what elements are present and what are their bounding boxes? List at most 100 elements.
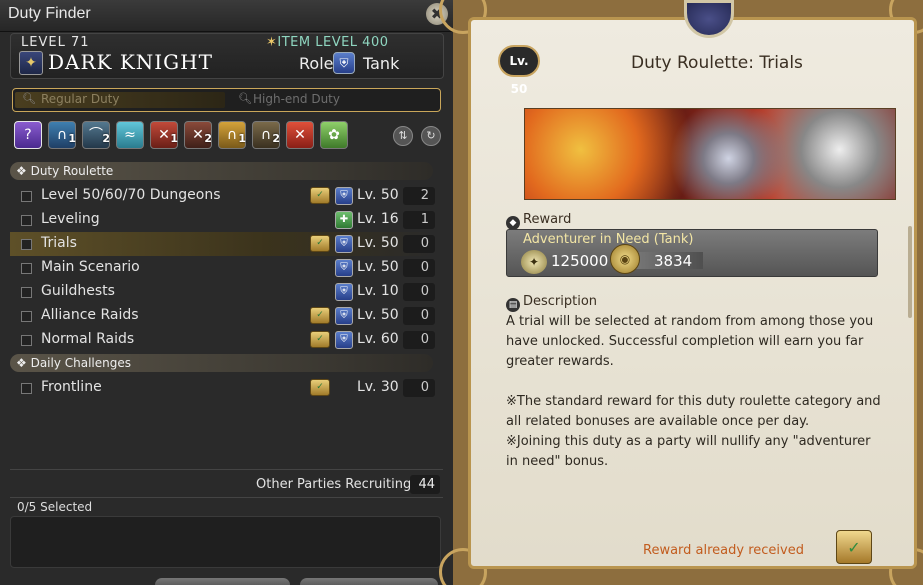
party-count: 0 bbox=[403, 379, 435, 397]
tank-role-icon: ⛨ bbox=[335, 331, 353, 349]
reward-box: Adventurer in Need (Tank) ✦ 125000 ◉ 383… bbox=[506, 229, 878, 277]
duty-description: A trial will be selected at random from … bbox=[506, 314, 881, 469]
duty-level: Lv. 50 bbox=[357, 259, 399, 275]
duty-name: Alliance Raids bbox=[41, 307, 139, 323]
gold-saucer-filter-icon[interactable]: ✿ bbox=[320, 121, 348, 149]
category-duty-roulette: ❖ Duty Roulette bbox=[10, 162, 433, 180]
pvp2-filter-icon[interactable]: ✕ bbox=[286, 121, 314, 149]
reward-received-label: Reward already received bbox=[643, 543, 804, 558]
duty-type-tabs: 🔍︎ Regular Duty 🔍︎ High-end Duty bbox=[12, 88, 441, 112]
party-count: 0 bbox=[403, 235, 435, 253]
duty-row[interactable]: Frontline ✓ Lv. 30 0 bbox=[10, 376, 435, 400]
duty-row[interactable]: Main Scenario ⛨ Lv. 50 0 bbox=[10, 256, 435, 280]
character-info: LEVEL 71 ✶ITEM LEVEL 400 ✦ DARK KNIGHT R… bbox=[10, 33, 444, 79]
duty-row[interactable]: Guildhests ⛨ Lv. 10 0 bbox=[10, 280, 435, 304]
duty-row[interactable]: Normal Raids ✓ ⛨ Lv. 60 0 bbox=[10, 328, 435, 352]
tank-role-icon: ⛨ bbox=[335, 283, 353, 301]
item-level-icon: ✶ bbox=[266, 35, 278, 50]
category-daily-challenges: ❖ Daily Challenges bbox=[10, 354, 433, 372]
seal-value: 125000 bbox=[551, 252, 609, 270]
search-icon: 🔍︎ bbox=[238, 92, 252, 105]
tank-role-icon: ⛨ bbox=[335, 259, 353, 277]
duty-level: Lv. 50 bbox=[357, 187, 399, 203]
join-button[interactable] bbox=[155, 578, 290, 585]
clear-selection-button[interactable] bbox=[300, 578, 438, 585]
reward-chest-icon: ✓ bbox=[310, 307, 330, 324]
item-level-label: ITEM LEVEL 400 bbox=[277, 35, 389, 50]
duty-title: Duty Roulette: Trials bbox=[631, 53, 803, 73]
reward-chest-icon: ✓ bbox=[836, 530, 872, 564]
checkbox[interactable] bbox=[21, 287, 32, 298]
detail-parchment: Lv. 50 Duty Roulette: Trials ◆ Reward Adv… bbox=[468, 0, 917, 569]
gil-value: 3834 bbox=[654, 252, 693, 270]
duty-level: Lv. 30 bbox=[357, 379, 399, 395]
description-header: ▤ Description bbox=[506, 294, 597, 312]
duty-row[interactable]: Alliance Raids ✓ ⛨ Lv. 50 0 bbox=[10, 304, 435, 328]
trial-filter-icon[interactable]: ≈ bbox=[116, 121, 144, 149]
duty-detail-panel: Lv. 50 Duty Roulette: Trials ◆ Reward Adv… bbox=[439, 0, 923, 585]
reward-icon: ◆ bbox=[506, 216, 520, 230]
reward-header: ◆ Reward bbox=[506, 212, 571, 230]
item-level: ✶ITEM LEVEL 400 bbox=[266, 35, 389, 50]
tab-high-end-duty[interactable]: 🔍︎ High-end Duty bbox=[231, 92, 340, 108]
reward-chest-icon: ✓ bbox=[310, 379, 330, 396]
scrollbar[interactable] bbox=[908, 226, 912, 318]
duty-row-selected[interactable]: Trials ✓ ⛨ Lv. 50 0 bbox=[10, 232, 435, 256]
pvp-filter-icon[interactable]: ∩ 2 bbox=[252, 121, 280, 149]
role-name: Tank bbox=[363, 54, 400, 73]
tab-regular-duty[interactable]: 🔍︎ Regular Duty bbox=[15, 92, 225, 108]
duty-level: Lv. 60 bbox=[357, 331, 399, 347]
divider bbox=[10, 469, 443, 470]
tab-label: High-end Duty bbox=[253, 92, 340, 106]
window-titlebar[interactable]: Duty Finder ✖ bbox=[0, 0, 453, 32]
sort-icon[interactable]: ⇅ bbox=[393, 126, 413, 146]
duty-name: Level 50/60/70 Dungeons bbox=[41, 187, 221, 203]
raid-filter-icon[interactable]: ✕ 1 bbox=[150, 121, 178, 149]
guildhest-filter-icon[interactable]: ⌒ 2 bbox=[82, 121, 110, 149]
duty-row[interactable]: Level 50/60/70 Dungeons ✓ ⛨ Lv. 50 2 bbox=[10, 184, 435, 208]
quest-filter-icon[interactable]: ∩ 1 bbox=[218, 121, 246, 149]
checkbox[interactable] bbox=[21, 215, 32, 226]
raid2-filter-icon[interactable]: ✕ 2 bbox=[184, 121, 212, 149]
party-count: 0 bbox=[403, 331, 435, 349]
checkbox[interactable] bbox=[21, 311, 32, 322]
selected-count: 0/5 Selected bbox=[17, 500, 93, 514]
reward-chest-icon: ✓ bbox=[310, 331, 330, 348]
checkbox[interactable] bbox=[21, 335, 32, 346]
checkbox[interactable] bbox=[21, 191, 32, 202]
checkbox[interactable] bbox=[21, 239, 32, 250]
party-count: 0 bbox=[403, 259, 435, 277]
roulette-filter-icon[interactable]: ? bbox=[14, 121, 42, 149]
duty-level: Lv. 10 bbox=[357, 283, 399, 299]
tank-role-icon: ⛨ bbox=[335, 235, 353, 253]
party-count: 0 bbox=[403, 307, 435, 325]
duty-name: Main Scenario bbox=[41, 259, 140, 275]
duty-name: Guildhests bbox=[41, 283, 115, 299]
checkbox[interactable] bbox=[21, 263, 32, 274]
other-parties-count: 44 bbox=[410, 475, 440, 494]
duty-finder-app: Duty Finder ✖ LEVEL 71 ✶ITEM LEVEL 400 ✦… bbox=[0, 0, 923, 585]
duty-name: Trials bbox=[41, 235, 77, 251]
level-badge: Lv. 50 bbox=[498, 45, 540, 96]
book-icon: ▤ bbox=[506, 298, 520, 312]
duty-name: Normal Raids bbox=[41, 331, 135, 347]
duty-name: Frontline bbox=[41, 379, 102, 395]
duty-name: Leveling bbox=[41, 211, 100, 227]
refresh-icon[interactable]: ↻ bbox=[421, 126, 441, 146]
duty-banner-image bbox=[524, 108, 896, 200]
other-parties-label: Other Parties Recruiting bbox=[256, 477, 412, 492]
dungeon-filter-icon[interactable]: ∩ 1 bbox=[48, 121, 76, 149]
duty-row[interactable]: Leveling ✚ Lv. 16 1 bbox=[10, 208, 435, 232]
reward-chest-icon: ✓ bbox=[310, 187, 330, 204]
job-name: DARK KNIGHT bbox=[48, 50, 213, 74]
tank-role-icon: ⛨ bbox=[335, 307, 353, 325]
seal-currency-icon: ✦ bbox=[521, 250, 547, 274]
selected-duties-box bbox=[10, 516, 441, 568]
checkbox[interactable] bbox=[21, 383, 32, 394]
duty-level: Lv. 50 bbox=[357, 235, 399, 251]
adventurer-in-need-label: Adventurer in Need (Tank) bbox=[523, 232, 694, 247]
divider bbox=[10, 497, 443, 498]
party-count: 1 bbox=[403, 211, 435, 229]
duty-list-panel: Duty Finder ✖ LEVEL 71 ✶ITEM LEVEL 400 ✦… bbox=[0, 0, 453, 585]
tab-label: Regular Duty bbox=[41, 92, 120, 106]
